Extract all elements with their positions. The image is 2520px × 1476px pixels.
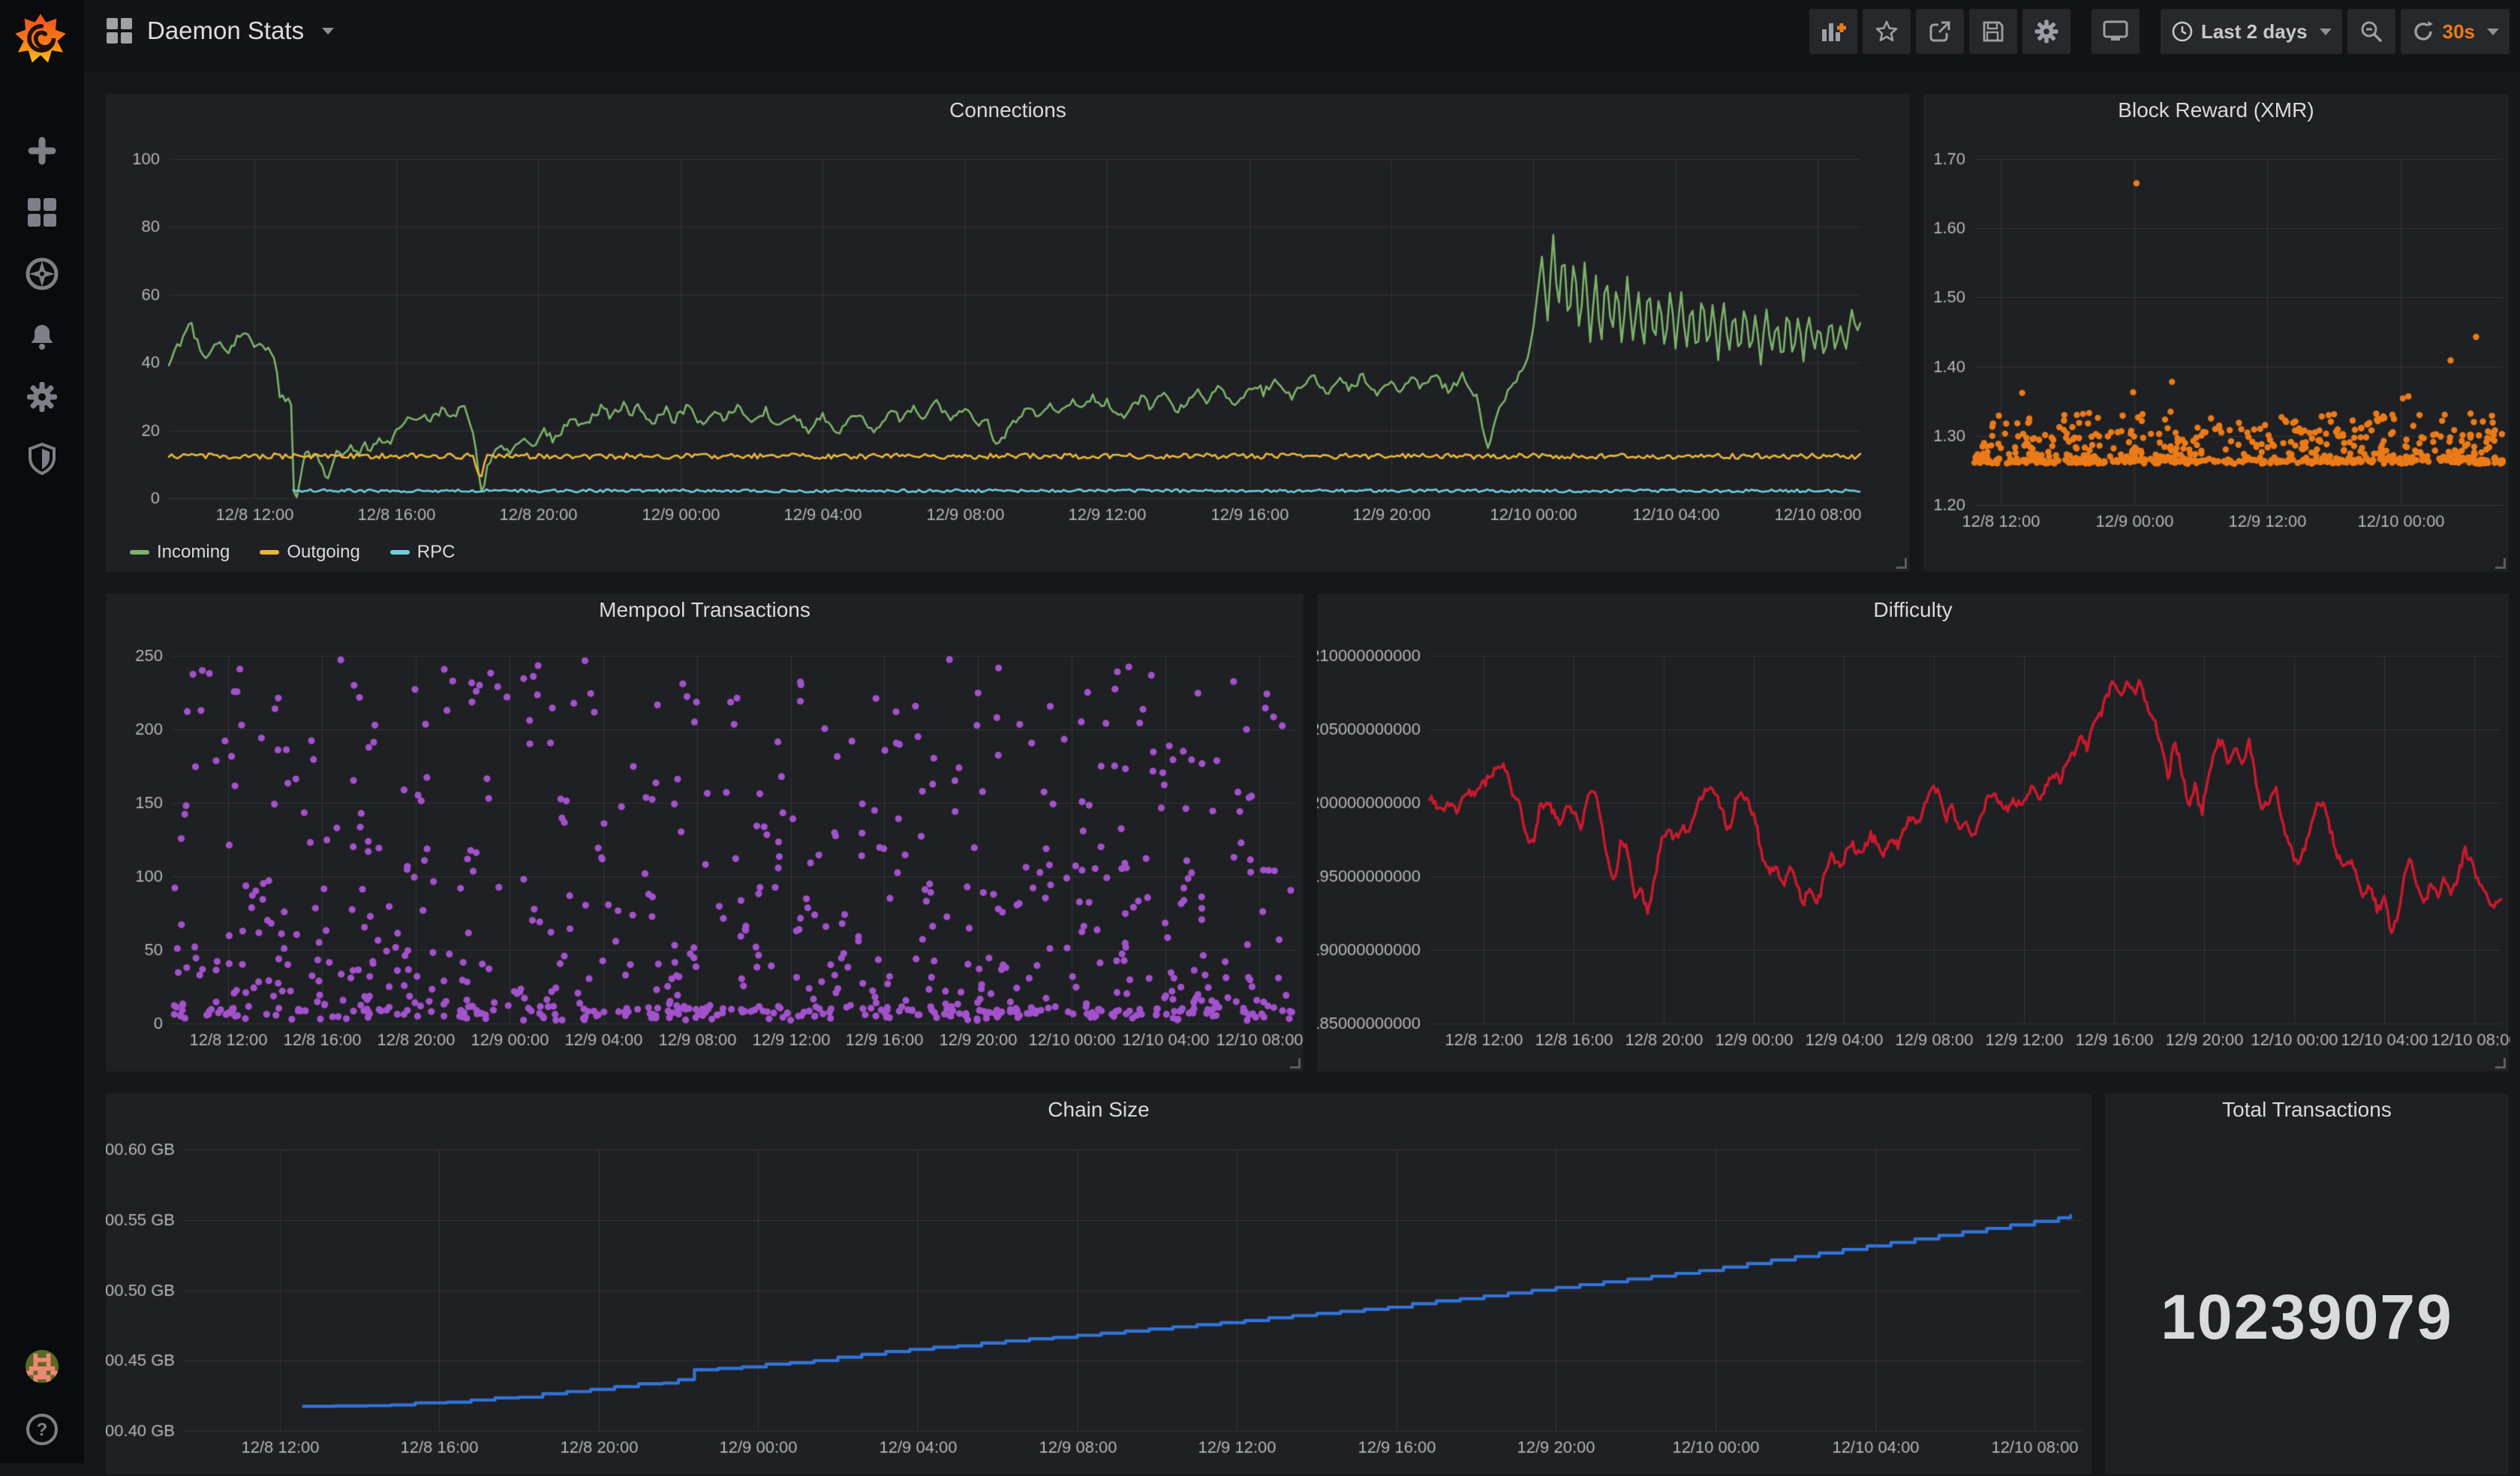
panel-resize-handle[interactable] xyxy=(1290,1058,1301,1069)
clock-icon xyxy=(2171,20,2194,43)
legend-swatch-rpc xyxy=(390,550,410,555)
timepicker-label: Last 2 days xyxy=(2201,20,2308,44)
panel-total-transactions: Total Transactions 10239079 xyxy=(2104,1093,2509,1475)
dashboard-area: Connections Incoming Outgoing RPC Block … xyxy=(84,72,2520,1463)
panel-title-difficulty[interactable]: Difficulty xyxy=(1317,598,2509,622)
panel-title-block-reward[interactable]: Block Reward (XMR) xyxy=(1923,98,2509,122)
mempool-chart[interactable] xyxy=(106,594,1305,1073)
refresh-button[interactable]: 30s xyxy=(2401,9,2509,54)
chevron-down-icon xyxy=(2320,29,2332,35)
connections-chart[interactable] xyxy=(106,94,1911,573)
legend-swatch-incoming xyxy=(130,550,149,555)
user-avatar[interactable] xyxy=(25,1349,59,1384)
grafana-logo[interactable] xyxy=(14,12,68,65)
alerting-bell-icon[interactable] xyxy=(25,318,59,353)
dashboard-title[interactable]: Daemon Stats xyxy=(147,17,304,45)
panel-resize-handle[interactable] xyxy=(1896,558,1907,569)
panel-resize-handle[interactable] xyxy=(2495,1058,2506,1069)
panel-chain-size: Chain Size xyxy=(105,1093,2092,1475)
dashboard-grid-icon xyxy=(105,17,134,45)
panel-title-chain-size[interactable]: Chain Size xyxy=(106,1098,2091,1122)
difficulty-chart[interactable] xyxy=(1317,594,2510,1073)
toolbar: Last 2 days 30s xyxy=(1809,9,2509,54)
add-icon[interactable] xyxy=(25,134,59,168)
settings-gear-button[interactable] xyxy=(2022,9,2070,54)
panel-difficulty: Difficulty xyxy=(1316,593,2509,1072)
timepicker-button[interactable]: Last 2 days xyxy=(2161,9,2342,54)
add-panel-button[interactable] xyxy=(1809,9,1857,54)
panel-title-connections[interactable]: Connections xyxy=(106,98,1910,122)
panel-connections: Connections Incoming Outgoing RPC xyxy=(105,93,1911,573)
legend-swatch-outgoing xyxy=(260,550,279,555)
star-button[interactable] xyxy=(1863,9,1911,54)
configuration-gear-icon[interactable] xyxy=(25,380,59,414)
panel-resize-handle[interactable] xyxy=(2495,558,2506,569)
refresh-icon xyxy=(2411,20,2435,44)
panel-block-reward: Block Reward (XMR) xyxy=(1923,93,2509,573)
block-reward-chart[interactable] xyxy=(1923,94,2510,573)
help-icon[interactable]: ? xyxy=(25,1412,59,1447)
chevron-down-icon xyxy=(2487,29,2499,35)
top-header: Daemon Stats Last 2 days xyxy=(84,0,2520,72)
explore-compass-icon[interactable] xyxy=(25,257,59,291)
zoom-out-button[interactable] xyxy=(2347,9,2395,54)
dashboard-title-row[interactable]: Daemon Stats xyxy=(105,17,334,45)
sidebar: ? xyxy=(0,0,84,1463)
panel-mempool: Mempool Transactions xyxy=(105,593,1304,1072)
legend-item-rpc[interactable]: RPC xyxy=(390,542,456,563)
chain-size-chart[interactable] xyxy=(106,1093,2093,1476)
svg-text:?: ? xyxy=(37,1420,48,1440)
panel-title-mempool[interactable]: Mempool Transactions xyxy=(106,598,1304,622)
chevron-down-icon xyxy=(322,28,334,35)
connections-legend: Incoming Outgoing RPC xyxy=(130,542,455,563)
panel-title-total-transactions[interactable]: Total Transactions xyxy=(2105,1098,2509,1122)
save-button[interactable] xyxy=(1969,9,2017,54)
tv-cycle-button[interactable] xyxy=(2091,9,2140,54)
total-transactions-value: 10239079 xyxy=(2105,1281,2509,1354)
refresh-interval-label: 30s xyxy=(2443,20,2475,44)
legend-item-outgoing[interactable]: Outgoing xyxy=(260,542,359,563)
server-admin-shield-icon[interactable] xyxy=(25,441,59,476)
legend-item-incoming[interactable]: Incoming xyxy=(130,542,230,563)
share-button[interactable] xyxy=(1916,9,1964,54)
dashboards-icon[interactable] xyxy=(25,195,59,230)
